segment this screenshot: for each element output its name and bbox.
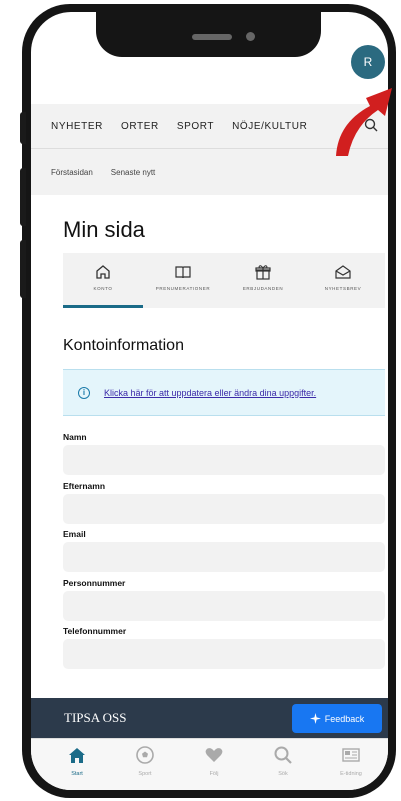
bottomnav-label: Sport bbox=[138, 771, 152, 777]
section-title: Kontoinformation bbox=[63, 337, 184, 354]
home-icon bbox=[69, 748, 85, 763]
tab-label: PRENUMERATIONER bbox=[155, 286, 211, 291]
annotation-arrow-icon bbox=[336, 88, 392, 156]
newspaper-icon bbox=[342, 748, 360, 762]
bottomnav-start[interactable]: Start bbox=[52, 745, 102, 777]
tab-label: KONTO bbox=[93, 286, 113, 291]
update-details-link[interactable]: Klicka här för att uppdatera eller ändra… bbox=[104, 388, 316, 398]
gift-icon bbox=[255, 265, 271, 280]
personnummer-field[interactable] bbox=[63, 591, 385, 621]
feedback-button[interactable]: Feedback bbox=[292, 704, 382, 733]
bottomnav-label: Start bbox=[71, 771, 83, 777]
tab-label: ERBJUDANDEN bbox=[242, 286, 284, 291]
bottomnav-etidning[interactable]: E-tidning bbox=[326, 745, 376, 777]
nav-item-noje-kultur[interactable]: NÖJE/KULTUR bbox=[232, 121, 307, 132]
search-icon bbox=[274, 746, 292, 764]
account-tabs: KONTO PRENUMERATIONER ERBJUDANDEN NYHETS bbox=[63, 253, 385, 308]
field-label-efternamn: Efternamn bbox=[63, 481, 106, 491]
nav-item-orter[interactable]: ORTER bbox=[121, 121, 159, 132]
bottomnav-folj[interactable]: Följ bbox=[189, 745, 239, 777]
page-title: Min sida bbox=[63, 217, 145, 242]
info-icon: i bbox=[78, 386, 90, 399]
field-label-telefonnummer: Telefonnummer bbox=[63, 626, 127, 636]
tab-label: NYHETSBREV bbox=[324, 286, 362, 291]
tab-nyhetsbrev[interactable]: NYHETSBREV bbox=[303, 253, 383, 308]
home-icon bbox=[96, 265, 110, 279]
efternamn-field[interactable] bbox=[63, 494, 385, 524]
volume-down-button bbox=[20, 240, 26, 298]
bottomnav-sport[interactable]: Sport bbox=[120, 745, 170, 777]
speaker bbox=[192, 34, 232, 40]
book-icon bbox=[175, 266, 191, 279]
bottomnav-label: Följ bbox=[209, 771, 219, 777]
tab-erbjudanden[interactable]: ERBJUDANDEN bbox=[223, 253, 303, 308]
subnav-senaste-nytt[interactable]: Senaste nytt bbox=[111, 168, 155, 177]
heart-icon bbox=[205, 748, 223, 762]
front-camera bbox=[246, 32, 255, 41]
feedback-label: Feedback bbox=[324, 713, 365, 724]
footer-title: TIPSA OSS bbox=[64, 710, 127, 725]
notch bbox=[96, 12, 321, 57]
field-label-personnummer: Personnummer bbox=[63, 578, 126, 588]
bottomnav-sok[interactable]: Sök bbox=[258, 745, 308, 777]
tab-prenumerationer[interactable]: PRENUMERATIONER bbox=[143, 253, 223, 308]
subnav-forstasidan[interactable]: Förstasidan bbox=[51, 168, 93, 177]
telefonnummer-field[interactable] bbox=[63, 639, 385, 669]
avatar-initial: R bbox=[363, 55, 373, 69]
tab-konto[interactable]: KONTO bbox=[63, 253, 143, 308]
namn-field[interactable] bbox=[63, 445, 385, 475]
envelope-icon bbox=[335, 265, 351, 279]
field-label-namn: Namn bbox=[63, 432, 87, 442]
nav-item-nyheter[interactable]: NYHETER bbox=[51, 121, 103, 132]
bottomnav-label: Sök bbox=[278, 771, 288, 777]
bottom-navigation: Start Sport Följ Sök E-tidning bbox=[31, 738, 388, 790]
football-icon bbox=[136, 746, 154, 764]
field-label-email: Email bbox=[63, 529, 86, 539]
active-tab-indicator bbox=[63, 305, 143, 308]
volume-up-button bbox=[20, 168, 26, 226]
sparkle-icon bbox=[309, 713, 321, 724]
email-field[interactable] bbox=[63, 542, 385, 572]
bottomnav-label: E-tidning bbox=[340, 771, 362, 777]
mute-switch bbox=[20, 112, 26, 144]
info-banner: i Klicka här för att uppdatera eller änd… bbox=[63, 369, 385, 416]
nav-item-sport[interactable]: SPORT bbox=[177, 121, 214, 132]
